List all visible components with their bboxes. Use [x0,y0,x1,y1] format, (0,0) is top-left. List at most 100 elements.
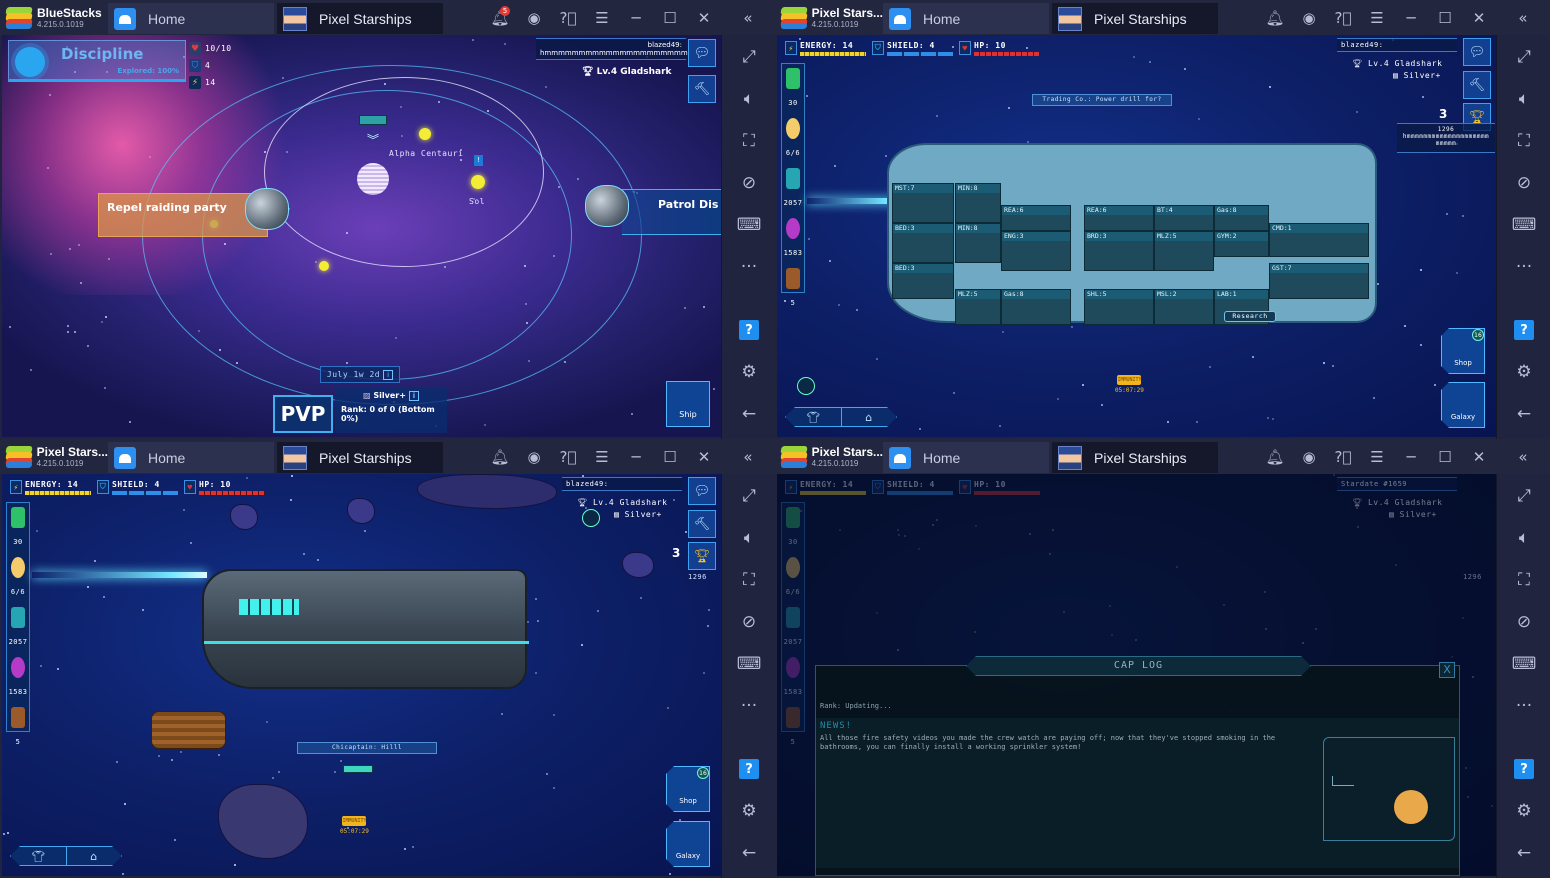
ship-room[interactable]: BRD:3 [1084,231,1154,271]
help-icon[interactable]: ?⃝ [1326,439,1360,474]
mission-asteroid-left[interactable] [245,188,289,230]
mission-repel-raiding-party[interactable]: Repel raiding party [98,193,268,237]
account-icon[interactable]: ◉ [1292,0,1326,35]
ship-room[interactable]: ENG:3 [1001,231,1071,271]
ship-room[interactable]: GYM:2 [1214,231,1269,257]
mission-patrol[interactable]: Patrol Dis [622,189,721,235]
ship-room[interactable]: MLZ:5 [1154,231,1214,271]
info-icon[interactable]: i [383,370,394,380]
close-icon[interactable]: ✕ [1462,439,1496,474]
screenshot-icon[interactable]: ⛶ [1497,566,1550,594]
ship-room[interactable]: BT:4 [1154,205,1214,231]
small-ship[interactable] [343,765,373,773]
back-icon[interactable]: ← [1497,839,1550,867]
more-icon[interactable]: ··· [1497,692,1550,720]
ship-room[interactable]: CMD:1 [1269,223,1369,257]
star-alpha-centauri[interactable] [419,128,431,140]
crew-shirt-icon[interactable]: 👕︎ [786,408,842,426]
volume-icon[interactable]: 🔈︎ [1497,524,1550,552]
chat-preview[interactable]: blazed49: [1337,38,1457,52]
settings-icon[interactable]: ⚙ [722,358,775,386]
account-icon[interactable]: ◉ [517,0,551,35]
help-icon[interactable]: ?⃝ [551,439,585,474]
ship-room[interactable]: REA:6 [1084,205,1154,231]
caplog-view[interactable]: ⚡ ENERGY: 14 ⛉ SHIELD: 4 ♥ HP: 10 30 6/6 20… [777,474,1496,876]
more-icon[interactable]: ··· [1497,253,1550,281]
close-icon[interactable]: ✕ [1462,0,1496,35]
ship-room[interactable]: MIN:8 [955,183,1001,223]
ship-interior-view[interactable]: ⚡ ENERGY: 14 ⛉ SHIELD: 4 ♥ HP: 10 30 6/6 20… [777,35,1496,437]
chat-preview[interactable]: blazed49: hmmmmmmmmmmmmmmmmmmmmm [536,38,688,60]
star-sol[interactable] [471,175,485,189]
shop-button[interactable]: Shop 16 [666,766,710,812]
credits-icon[interactable] [786,68,800,89]
volume-icon[interactable]: 🔈︎ [722,85,775,113]
bell-icon[interactable]: 🔔︎ [1258,439,1292,474]
help-icon[interactable]: ?⃝ [551,0,585,35]
help-button[interactable]: ? [1497,316,1550,344]
minimize-icon[interactable]: ─ [619,0,653,35]
build-button[interactable]: 🔨︎ [1463,71,1491,99]
build-button[interactable]: 🔨︎ [688,510,716,538]
ship-room[interactable]: BED:3 [892,263,954,299]
menu-icon[interactable]: ☰ [1360,0,1394,35]
planet-discipline[interactable] [357,163,389,195]
minimize-icon[interactable]: ─ [1394,439,1428,474]
fullscreen-icon[interactable]: ⤢ [722,43,775,71]
tab-home[interactable]: Home [883,442,1049,473]
keyboard-icon[interactable]: ⌨ [722,211,775,239]
eye-off-icon[interactable]: ⊘ [1497,608,1550,636]
keyboard-icon[interactable]: ⌨ [1497,650,1550,678]
radar-icon[interactable] [582,509,600,527]
tab-home[interactable]: Home [108,3,274,34]
alert-icon[interactable]: ! [474,155,483,166]
collapse-sidebar-icon[interactable]: « [1496,439,1550,474]
chat-button[interactable]: 💬︎ [688,39,716,67]
bell-icon[interactable]: 🔔︎ 5 [483,0,517,35]
minimize-icon[interactable]: ─ [619,439,653,474]
minimize-icon[interactable]: ─ [1394,0,1428,35]
settings-icon[interactable]: ⚙ [1497,358,1550,386]
ship-room[interactable]: MST:7 [892,183,954,223]
account-icon[interactable]: ◉ [1292,439,1326,474]
account-icon[interactable]: ◉ [517,439,551,474]
ship-room[interactable]: REA:6 [1001,205,1071,231]
menu-icon[interactable]: ☰ [585,439,619,474]
info-icon[interactable]: i [408,391,419,401]
chat-button[interactable]: 💬︎ [688,477,716,505]
collapse-sidebar-icon[interactable]: « [1496,0,1550,35]
eye-off-icon[interactable]: ⊘ [722,608,775,636]
menu-icon[interactable]: ☰ [585,0,619,35]
tab-home[interactable]: Home [108,442,274,473]
credits-icon[interactable] [11,507,25,528]
bell-icon[interactable]: 🔔︎ [1258,0,1292,35]
flight-view[interactable]: ⚡ ENERGY: 14 ⛉ SHIELD: 4 ♥ HP: 10 30 6/6 20… [2,474,721,876]
galaxy-button[interactable]: Galaxy [1441,382,1485,428]
tab-pixel-starships[interactable]: Pixel Starships [277,3,443,34]
ship-room[interactable]: Gas:8 [1001,289,1071,325]
crew-shirt-icon[interactable]: 👕︎ [11,847,67,865]
screenshot-icon[interactable]: ⛶ [1497,127,1550,155]
help-icon[interactable]: ?⃝ [1326,0,1360,35]
trophy-button[interactable]: 🏆︎ [688,542,716,570]
maximize-icon[interactable]: ☐ [1428,0,1462,35]
ship-room[interactable]: MLZ:5 [955,289,1001,325]
star-node[interactable] [319,261,329,271]
tab-pixel-starships[interactable]: Pixel Starships [277,442,443,473]
ship-room[interactable]: GST:7 [1269,263,1369,299]
pvp-button[interactable]: PVP [273,395,333,433]
player-starship[interactable] [202,569,529,689]
settings-icon[interactable]: ⚙ [722,797,775,825]
maximize-icon[interactable]: ☐ [653,0,687,35]
volume-icon[interactable]: 🔈︎ [722,524,775,552]
back-icon[interactable]: ← [722,839,775,867]
chat-preview[interactable]: blazed49: [562,477,682,491]
maximize-icon[interactable]: ☐ [1428,439,1462,474]
research-button[interactable]: Research [1224,311,1276,322]
chat-button[interactable]: 💬︎ [1463,38,1491,66]
build-button[interactable]: 🔨︎ [688,75,716,103]
ship-room[interactable]: MIN:8 [955,223,1001,263]
shop-button[interactable]: Shop 16 [1441,328,1485,374]
home-icon[interactable]: ⌂ [842,408,897,426]
eye-off-icon[interactable]: ⊘ [722,169,775,197]
